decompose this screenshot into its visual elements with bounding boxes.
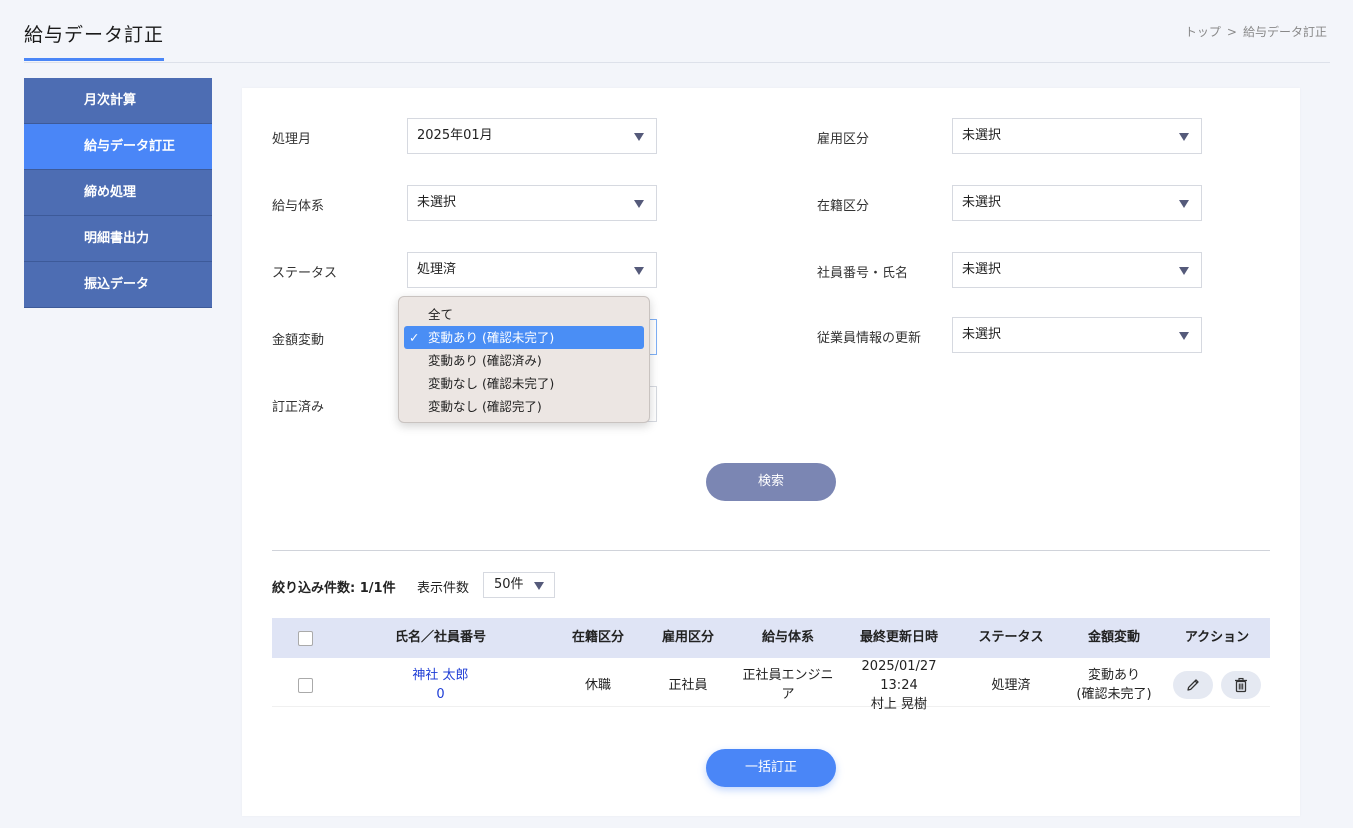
dropdown-option-unchanged-unconfirmed[interactable]: 変動なし (確認未完了) — [404, 372, 644, 395]
column-header-status: ステータス — [978, 630, 1044, 645]
per-page-value: 50件 — [494, 577, 524, 592]
breadcrumb-current: 給与データ訂正 — [1242, 25, 1327, 39]
employee-info-update-select[interactable]: 未選択 — [952, 317, 1202, 353]
dropdown-option-label: 変動あり (確認未完了) — [428, 330, 555, 345]
breadcrumb-separator: > — [1226, 25, 1237, 39]
chevron-down-icon — [634, 267, 644, 275]
column-header-salary-system: 給与体系 — [761, 630, 814, 645]
sidebar-item-payroll-correction[interactable]: 給与データ訂正 — [24, 124, 212, 170]
edit-button[interactable] — [1173, 671, 1213, 699]
updated-at: 2025/01/27 13:24 — [861, 658, 937, 693]
amount-change-dropdown: 全て ✓ 変動あり (確認未完了) 変動あり (確認済み) 変動なし (確認未完… — [398, 296, 650, 423]
breadcrumb: トップ > 給与データ訂正 — [1182, 23, 1330, 40]
checkmark-icon: ✓ — [409, 330, 420, 345]
per-page-label: 表示件数 — [417, 581, 470, 596]
trash-icon — [1235, 677, 1247, 693]
per-page-select[interactable]: 50件 — [483, 572, 555, 598]
employment-cell: 正社員 — [668, 677, 708, 693]
chevron-down-icon — [1179, 332, 1189, 340]
bulk-correction-button[interactable]: 一括訂正 — [706, 749, 836, 787]
enrollment-type-select[interactable]: 未選択 — [952, 185, 1202, 221]
pencil-icon — [1187, 679, 1199, 691]
sidebar-item-monthly-calc[interactable]: 月次計算 — [24, 78, 212, 124]
dropdown-option-changed-unconfirmed[interactable]: ✓ 変動あり (確認未完了) — [404, 326, 644, 349]
sidebar-item-transfer-data[interactable]: 振込データ — [24, 262, 212, 308]
dropdown-option-unchanged-confirmed[interactable]: 変動なし (確認完了) — [404, 395, 644, 418]
select-all-checkbox[interactable] — [297, 630, 313, 646]
chevron-down-icon — [1179, 267, 1189, 275]
processing-month-label: 処理月 — [272, 132, 312, 147]
page-title: 給与データ訂正 — [24, 24, 165, 46]
enrollment-type-label: 在籍区分 — [817, 199, 870, 214]
column-header-action: アクション — [1184, 630, 1250, 645]
sidebar-item-statement-output[interactable]: 明細書出力 — [24, 216, 212, 262]
corrected-label: 訂正済み — [272, 400, 325, 415]
chevron-down-icon — [634, 200, 644, 208]
employee-info-update-label: 従業員情報の更新 — [817, 331, 922, 346]
breadcrumb-top-link[interactable]: トップ — [1185, 25, 1221, 39]
action-cell — [1164, 663, 1270, 707]
updated-cell: 2025/01/27 13:24 村上 晃樹 — [843, 659, 955, 712]
employment-type-label: 雇用区分 — [817, 132, 870, 147]
chevron-down-icon — [1179, 133, 1189, 141]
employment-type-select[interactable]: 未選択 — [952, 118, 1202, 154]
select-all-cell — [272, 618, 338, 658]
column-header-employment: 雇用区分 — [661, 630, 714, 645]
table-row: 神社 太郎 0 休職 正社員 正社員エンジニア 2025/01/27 13:24… — [272, 659, 1270, 712]
results-table: 氏名／社員番号 在籍区分 雇用区分 給与体系 最終更新日時 ステータス 金額変動… — [272, 618, 1270, 712]
search-button[interactable]: 検索 — [706, 463, 836, 501]
dropdown-option-changed-confirmed[interactable]: 変動あり (確認済み) — [404, 349, 644, 372]
name-cell: 神社 太郎 0 — [338, 663, 543, 707]
status-select[interactable]: 処理済 — [407, 252, 657, 288]
dropdown-option-all[interactable]: 全て — [404, 303, 644, 326]
salary-system-label: 給与体系 — [272, 199, 325, 214]
status-label: ステータス — [272, 266, 338, 281]
main-panel: 処理月 2025年01月 給与体系 未選択 ステータス 処理済 金額変動 訂正済… — [242, 88, 1300, 816]
row-select-cell — [272, 663, 338, 707]
salary-system-select[interactable]: 未選択 — [407, 185, 657, 221]
result-count: 絞り込み件数: 1/1件 — [272, 581, 396, 596]
sidebar-item-closing[interactable]: 締め処理 — [24, 170, 212, 216]
employee-value: 未選択 — [962, 262, 1002, 277]
enrollment-cell: 休職 — [584, 677, 611, 693]
table-header: 氏名／社員番号 在籍区分 雇用区分 給与体系 最終更新日時 ステータス 金額変動… — [272, 618, 1270, 658]
section-divider — [272, 550, 1270, 551]
amount-change-label: 金額変動 — [272, 333, 325, 348]
title-underline — [24, 58, 164, 61]
salary-system-value: 未選択 — [417, 195, 457, 210]
sidebar: 月次計算 給与データ訂正 締め処理 明細書出力 振込データ — [24, 78, 212, 308]
column-header-enrollment: 在籍区分 — [571, 630, 624, 645]
processing-month-select[interactable]: 2025年01月 — [407, 118, 657, 154]
chevron-down-icon — [534, 582, 544, 590]
amount-change-cell: 変動あり (確認未完了) — [1064, 663, 1164, 707]
enrollment-type-value: 未選択 — [962, 195, 1002, 210]
chevron-down-icon — [1179, 200, 1189, 208]
processing-month-value: 2025年01月 — [417, 128, 493, 143]
amount-change-value: 変動あり — [1087, 668, 1140, 683]
employee-select[interactable]: 未選択 — [952, 252, 1202, 288]
column-header-amount-change: 金額変動 — [1087, 630, 1140, 645]
employee-label: 社員番号・氏名 — [817, 266, 909, 281]
row-checkbox[interactable] — [297, 677, 313, 693]
employee-info-update-value: 未選択 — [962, 327, 1002, 342]
column-header-updated-at: 最終更新日時 — [859, 630, 938, 645]
column-header-name: 氏名／社員番号 — [394, 630, 486, 645]
employment-type-value: 未選択 — [962, 128, 1002, 143]
page-header: 給与データ訂正 トップ > 給与データ訂正 — [24, 0, 1330, 63]
chevron-down-icon — [634, 133, 644, 141]
salary-system-cell: 正社員エンジニア — [742, 668, 834, 702]
status-cell: 処理済 — [991, 677, 1031, 693]
status-value: 処理済 — [417, 262, 457, 277]
amount-change-note: (確認未完了) — [1076, 687, 1152, 702]
employee-name-link[interactable]: 神社 太郎 — [412, 666, 468, 685]
delete-button[interactable] — [1221, 671, 1261, 699]
employee-number-link[interactable]: 0 — [436, 685, 444, 704]
updated-by: 村上 晃樹 — [870, 696, 928, 712]
